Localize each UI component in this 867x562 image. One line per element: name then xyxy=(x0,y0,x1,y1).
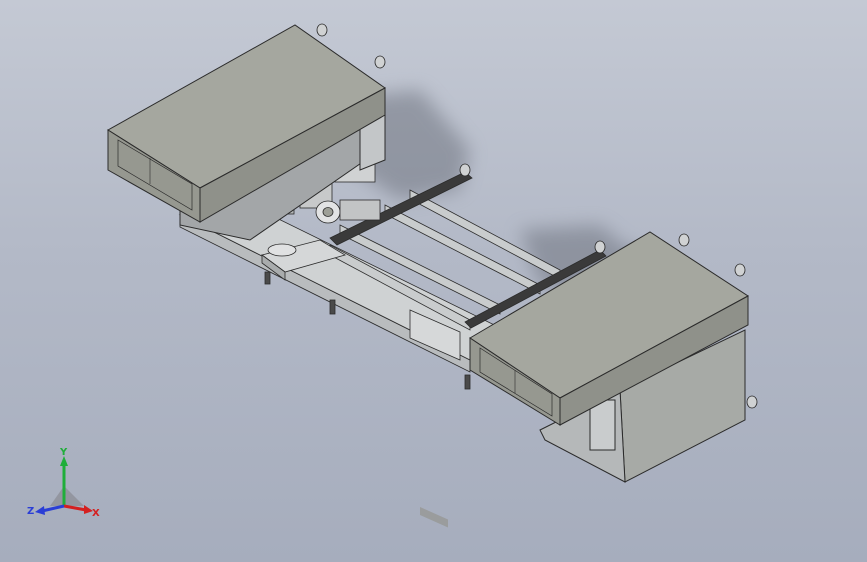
pulley-hub xyxy=(322,207,334,217)
bracket-slot xyxy=(420,506,448,528)
triad-z-arrow xyxy=(35,506,45,515)
triad-y-label: Y xyxy=(59,448,68,458)
leg-3 xyxy=(264,271,271,285)
coordinate-triad[interactable]: Y X Z xyxy=(24,448,104,524)
linear-stage xyxy=(339,199,381,221)
triad-z-axis xyxy=(41,504,65,513)
assembly-model[interactable] xyxy=(0,0,867,562)
triad-base xyxy=(50,486,84,506)
leg-1 xyxy=(329,299,336,315)
cad-viewport[interactable]: Y X Z xyxy=(0,0,867,562)
triad-x-label: X xyxy=(92,508,100,519)
rotary-base xyxy=(267,243,297,257)
leg-2 xyxy=(464,374,471,390)
right-enclosure[interactable] xyxy=(469,231,749,483)
triad-z-label: Z xyxy=(27,506,34,517)
triad-x-axis xyxy=(63,504,87,512)
